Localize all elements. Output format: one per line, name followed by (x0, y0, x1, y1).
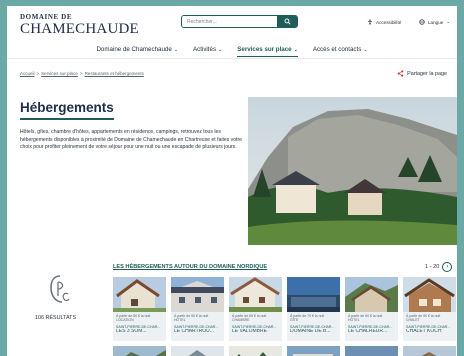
card-info: À partir de 60 € la nuit HÔTEL SAINT-PIE… (345, 312, 398, 341)
logo-line-2: CHAMECHAUDE (20, 21, 139, 37)
search-input[interactable] (182, 16, 277, 27)
accommodation-card[interactable]: À partir de 70 € la nuit GÎTE SAINT-PIER… (287, 277, 340, 341)
card-image (345, 277, 398, 312)
share-button[interactable]: Partager la page (397, 70, 447, 77)
accommodation-card[interactable]: À partir de 60 € la nuit HÔTEL SAINT-PIE… (345, 277, 398, 341)
pager: 1 - 20 › (425, 262, 453, 272)
chevron-down-icon: ⌄ (293, 47, 298, 53)
nav-item-acces[interactable]: Accès et contacts ⌄ (313, 46, 368, 57)
card-image (287, 346, 340, 356)
page-intro: Hôtels, gîtes, chambre d'hôtes, appartem… (20, 129, 242, 151)
accommodation-card[interactable]: À partir de 80 € la nuit LOCATION SAINT-… (113, 277, 166, 341)
card-name: LE VALOMBRE (232, 329, 267, 335)
language-label: Langue (428, 19, 444, 25)
card-info: À partir de 80 € la nuit LOCATION SAINT-… (113, 312, 166, 341)
accommodation-card-partial[interactable] (403, 346, 456, 356)
results-count: 106 RÉSULTATS (35, 315, 77, 321)
share-icon (397, 70, 404, 77)
card-image (171, 346, 224, 356)
accommodation-card[interactable]: À partir de 65 € la nuit CHAMBRE SAINT-P… (229, 277, 282, 341)
hero-image (248, 97, 457, 245)
next-page-button[interactable]: › (442, 262, 453, 272)
globe-icon (419, 19, 425, 25)
card-image (171, 277, 224, 312)
accommodation-card-partial[interactable] (287, 346, 340, 356)
search-icon (284, 18, 290, 25)
card-image (403, 277, 456, 312)
chevron-right-icon: › (446, 264, 449, 270)
card-info: À partir de 65 € la nuit CHAMBRE SAINT-P… (229, 312, 282, 341)
breadcrumb-separator: > (79, 71, 83, 76)
title-underline (20, 118, 114, 120)
card-type: GÎTE (290, 318, 299, 323)
card-info: À partir de 55 € la nuit HÔTEL SAINT-PIE… (171, 312, 224, 341)
card-type: CHAMBRE (232, 318, 250, 323)
chartreuse-logo (49, 274, 71, 304)
pager-range: 1 - 20 (425, 264, 440, 270)
card-type: CHALET (406, 318, 420, 323)
breadcrumb: Accueil > Services sur place > Restauran… (20, 71, 144, 76)
card-name: CHALET KOCH (406, 329, 442, 335)
breadcrumb-item[interactable]: Restaurants et hébergements (85, 71, 144, 76)
accommodation-card[interactable]: À partir de 55 € la nuit HÔTEL SAINT-PIE… (171, 277, 224, 341)
chevron-down-icon: ⌄ (363, 47, 368, 53)
card-type: LOCATION (116, 318, 134, 323)
card-image (229, 346, 282, 356)
card-info: À partir de 70 € la nuit GÎTE SAINT-PIER… (287, 312, 340, 341)
main-nav: Domaine de Chamechaude ⌄ Activités ⌄ Servi… (7, 46, 457, 57)
page: DOMAINE DE CHAMECHAUDE Accessibilité Lan… (7, 6, 457, 356)
card-type: HÔTEL (348, 318, 360, 323)
logo-line-1: DOMAINE DE (20, 13, 73, 21)
card-image (113, 346, 166, 356)
accessibility-label: Accessibilité (376, 19, 402, 25)
nav-item-services[interactable]: Services sur place ⌄ (237, 46, 298, 57)
results-section-title[interactable]: LES HÉBERGEMENTS AUTOUR DU DOMAINE NORDI… (113, 264, 267, 270)
card-name: LE CHALREUR... (348, 329, 388, 335)
page-title: Hébergements (20, 100, 114, 115)
accommodation-card-partial[interactable] (345, 346, 398, 356)
accommodation-card-partial[interactable] (113, 346, 166, 356)
nav-item-domaine[interactable]: Domaine de Chamechaude ⌄ (96, 46, 178, 57)
site-logo[interactable]: DOMAINE DE CHAMECHAUDE (20, 14, 139, 37)
card-name: DOMAINE DE B... (290, 329, 331, 335)
card-info: À partir de 90 € la nuit CHALET SAINT-PI… (403, 312, 456, 341)
accommodation-card[interactable]: À partir de 90 € la nuit CHALET SAINT-PI… (403, 277, 456, 341)
nav-item-label: Activités (193, 46, 217, 53)
breadcrumb-separator: > (36, 71, 40, 76)
accessibility-icon (367, 19, 373, 25)
language-selector[interactable]: Langue ⌄ (419, 19, 450, 25)
card-name: LES 3 SOM... (116, 329, 147, 335)
nav-item-label: Services sur place (237, 46, 292, 53)
share-label: Partager la page (407, 70, 447, 77)
breadcrumb-item[interactable]: Accueil (20, 71, 35, 76)
breadcrumb-item[interactable]: Services sur place (41, 71, 78, 76)
chevron-down-icon: ⌄ (173, 47, 179, 53)
nav-divider (7, 58, 457, 59)
card-image (287, 277, 340, 312)
accommodation-card-partial[interactable] (229, 346, 282, 356)
search-bar (181, 15, 298, 28)
accommodation-card-partial[interactable] (171, 346, 224, 356)
nav-item-label: Domaine de Chamechaude (96, 46, 172, 53)
accessibility-link[interactable]: Accessibilité (367, 19, 401, 25)
card-image (403, 346, 456, 356)
card-name: LE CHARTROU... (174, 329, 214, 335)
card-type: HÔTEL (174, 318, 186, 323)
search-button[interactable] (277, 16, 297, 27)
chevron-down-icon: ⌄ (446, 19, 451, 24)
card-image (345, 346, 398, 356)
chevron-down-icon: ⌄ (218, 47, 223, 53)
card-image (229, 277, 282, 312)
nav-item-activites[interactable]: Activités ⌄ (193, 46, 222, 57)
card-image (113, 277, 166, 312)
nav-item-label: Accès et contacts (312, 46, 362, 53)
